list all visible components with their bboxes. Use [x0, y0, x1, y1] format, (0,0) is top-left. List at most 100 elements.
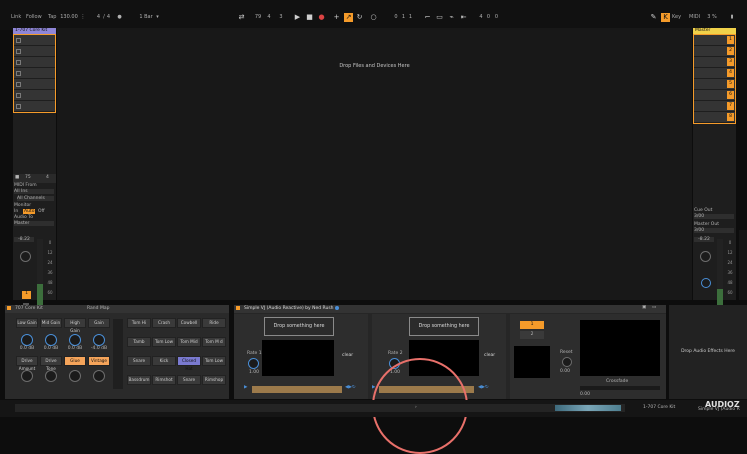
quantize-select[interactable]: 1 Bar [137, 13, 155, 22]
deck2-controls-icon[interactable]: ◀▶↻ [478, 385, 489, 390]
scene-slot[interactable]: 6 [694, 90, 735, 101]
scene-slot[interactable]: 1 [694, 35, 735, 46]
key-map-button[interactable]: Key [670, 13, 683, 22]
scrub-bar-1[interactable] [252, 386, 342, 393]
drum-pad[interactable]: Tom Mid [177, 337, 201, 347]
cue-volume-knob[interactable] [701, 278, 711, 288]
position-beat[interactable]: 4 [266, 13, 272, 22]
follow-button[interactable]: Follow [24, 13, 44, 22]
loop-start-six[interactable]: 1 [408, 13, 413, 22]
volume-field[interactable]: -8.22 [14, 237, 34, 242]
drum-pad[interactable]: Tom M d [202, 337, 226, 347]
clip-slot[interactable] [14, 46, 55, 57]
loop-length-beat[interactable]: 0 [486, 13, 491, 22]
stop-icon[interactable]: ■ [305, 13, 314, 22]
macro-knob[interactable] [45, 370, 57, 382]
side-toggles[interactable] [739, 230, 747, 300]
clip-slot[interactable] [14, 101, 55, 112]
record-icon[interactable]: ● [317, 13, 326, 22]
drum-pad[interactable]: Tom Low [202, 356, 226, 366]
session-drop-area[interactable]: Drop Files and Devices Here [57, 28, 692, 300]
rate1-knob[interactable] [248, 358, 259, 369]
loop-length-icon[interactable]: ⇤ [459, 13, 468, 22]
drum-pad[interactable]: Snare [127, 356, 151, 366]
position-bar[interactable]: 79 [253, 13, 263, 22]
macro-knob[interactable] [69, 370, 81, 382]
draw-mode-icon[interactable]: ⌐ [423, 13, 432, 22]
audio-effects-drop-zone[interactable]: Drop Audio Effects Here [669, 305, 747, 399]
select-deck-2-button[interactable]: 2 [520, 331, 544, 339]
add-icon[interactable]: + [332, 13, 341, 22]
macro-knob[interactable] [93, 370, 105, 382]
scene-slot[interactable]: 8 [694, 112, 735, 123]
loop-start-bar[interactable]: 0 [393, 13, 399, 22]
monitor-in-button[interactable]: In [14, 209, 18, 214]
audio-to-select[interactable]: Master [14, 221, 54, 226]
loop-icon[interactable]: ↻ [355, 13, 364, 22]
master-out-select[interactable]: 3/00 [694, 228, 734, 233]
punch-icon[interactable]: ○ [369, 13, 378, 22]
drum-pad[interactable]: Tom Low [152, 337, 176, 347]
midi-map-button[interactable]: MIDI [687, 13, 702, 22]
pan-knob[interactable] [20, 251, 31, 262]
drum-pad[interactable]: Rimshop [202, 375, 226, 385]
pencil-icon[interactable]: ✎ [649, 13, 658, 22]
master-volume-field[interactable]: -8.22 [694, 237, 714, 242]
scene-slot[interactable]: 2 [694, 46, 735, 57]
loop-length-bar[interactable]: 4 [478, 13, 484, 22]
tap-button[interactable]: Tap [46, 13, 58, 22]
drum-pad[interactable]: Ride [202, 318, 226, 328]
scene-slot[interactable]: 5 [694, 79, 735, 90]
drum-pad[interactable]: Bassdrum [127, 375, 151, 385]
macro-knob[interactable] [45, 334, 57, 346]
clear1-button[interactable]: clear [342, 353, 353, 358]
macro-knob[interactable] [93, 334, 105, 346]
save-preset-icon[interactable]: ▣ [642, 305, 646, 310]
tempo-field[interactable]: 130.00 [60, 13, 78, 22]
drop-target-1[interactable]: Drop something here [264, 317, 334, 336]
play-deck1-icon[interactable]: ▶ [244, 385, 247, 390]
metronome-icon[interactable]: ● [117, 13, 122, 22]
drum-pad-selected[interactable]: Closed Hat [177, 356, 201, 371]
drum-pad[interactable]: Cowbell [177, 318, 201, 328]
master-pan-knob[interactable] [700, 251, 711, 262]
macro-knob[interactable] [69, 334, 81, 346]
computer-midi-icon[interactable]: ▭ [435, 13, 444, 22]
signature-numerator[interactable]: 4 [96, 13, 101, 22]
drum-pad[interactable]: Tom Hi [127, 318, 151, 328]
collapse-icon[interactable]: ▭ [652, 305, 656, 310]
reset-knob[interactable] [562, 357, 572, 367]
drum-pad[interactable]: Kick [152, 356, 176, 366]
cue-out-select[interactable]: 3/00 [694, 214, 734, 219]
scene-slot[interactable]: 7 [694, 101, 735, 112]
overview-strip[interactable] [555, 405, 621, 411]
scene-slot[interactable]: 3 [694, 57, 735, 68]
clear2-button[interactable]: clear [484, 353, 495, 358]
drum-pad[interactable]: Rimshot [152, 375, 176, 385]
follow-arrow-icon[interactable]: ⇄ [237, 13, 246, 22]
pad-overview[interactable] [113, 319, 123, 389]
midi-from-select[interactable]: All Ins [14, 189, 54, 194]
position-sixteenth[interactable]: 3 [278, 13, 284, 22]
drum-pad[interactable]: Snare [177, 375, 201, 385]
macro-knob[interactable] [21, 334, 33, 346]
stop-clip-icon[interactable]: ■ [15, 175, 19, 180]
device-on-icon[interactable] [7, 306, 11, 310]
monitor-off-button[interactable]: Off [38, 209, 45, 214]
automation-arm-icon[interactable]: ↗ [344, 13, 353, 22]
drum-pad[interactable]: Tamb [127, 337, 151, 347]
clip-slot[interactable] [14, 57, 55, 68]
monitor-auto-button[interactable]: Auto [23, 209, 36, 214]
rand-button[interactable]: Rand [87, 306, 99, 311]
clip-slot[interactable] [14, 90, 55, 101]
track-activator[interactable]: 1 [22, 291, 31, 299]
channel-select[interactable]: All Channels [17, 196, 54, 201]
scene-slot[interactable]: 4 [694, 68, 735, 79]
track-vol-a[interactable]: 75 [25, 175, 31, 180]
key-map-icon[interactable]: K [661, 13, 670, 22]
play-icon[interactable]: ▶ [293, 13, 302, 22]
scroll-right-icon[interactable]: › [415, 405, 417, 410]
link-button[interactable]: Link [9, 13, 23, 22]
select-deck-1-button[interactable]: 1 [520, 321, 544, 329]
clip-slot[interactable] [14, 68, 55, 79]
